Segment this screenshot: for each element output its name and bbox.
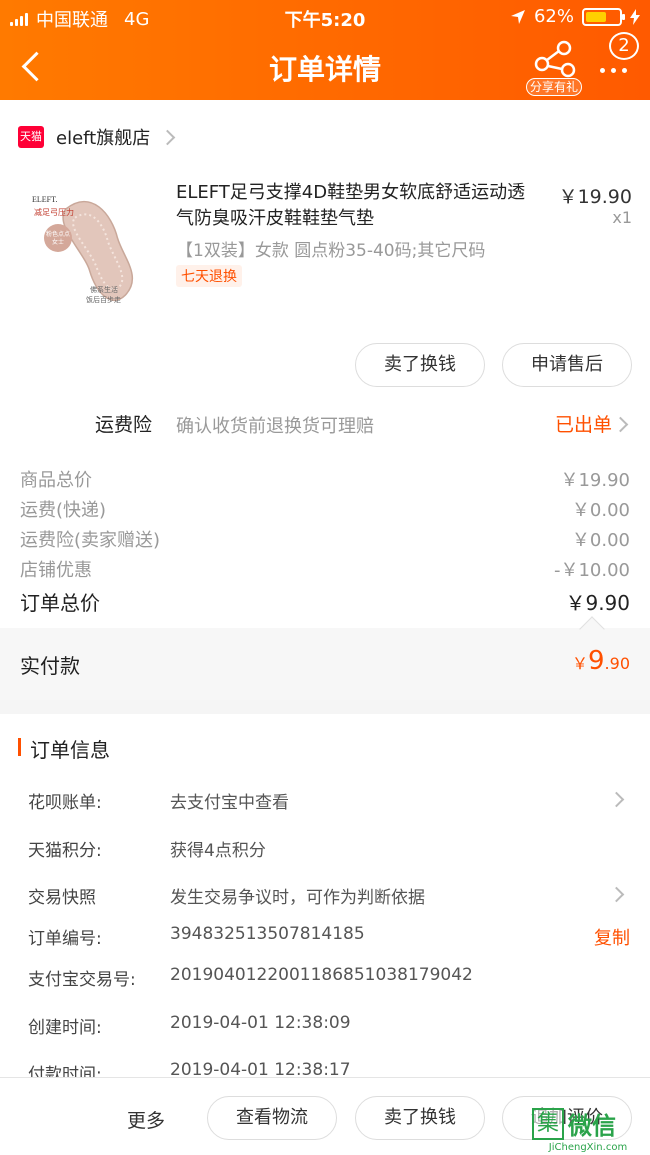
product-image-line2: 粉色点点 xyxy=(46,230,70,238)
chevron-right-icon xyxy=(608,886,625,903)
shop-link[interactable]: 天猫 eleft旗舰店 xyxy=(18,124,176,150)
product-quantity: x1 xyxy=(612,208,632,227)
return-policy-tag: 七天退换 xyxy=(176,265,242,287)
product-image-line5: 饭后百步走 xyxy=(86,295,121,304)
tmall-logo-icon: 天猫 xyxy=(18,126,44,148)
info-key: 订单编号: xyxy=(28,929,102,949)
actual-payment-label: 实付款 xyxy=(20,654,80,678)
info-value: 2019-04-01 12:38:09 xyxy=(170,1013,351,1033)
copy-button[interactable]: 复制 xyxy=(594,924,630,950)
summary-value: ￥19.90 xyxy=(560,470,630,491)
product-image-brand: ELEFT. xyxy=(32,195,57,204)
share-icon xyxy=(534,40,576,78)
battery-percent: 62% xyxy=(533,6,574,27)
message-count-badge: 2 xyxy=(609,32,639,60)
sell-for-cash-button[interactable]: 卖了换钱 xyxy=(355,343,485,387)
info-value: 2019040122001186851038179042 xyxy=(170,965,473,985)
info-value: 发生交易争议时，可作为判断依据 xyxy=(170,888,425,908)
insurance-label: 运费险 xyxy=(95,414,153,436)
summary-row: 运费(快递) ￥0.00 xyxy=(0,496,650,524)
product-sku: 【1双装】女款 圆点粉35-40码;其它尺码 xyxy=(176,241,486,261)
product-title[interactable]: ELEFT足弓支撑4D鞋垫男女软底舒适运动透气防臭吸汗皮鞋鞋垫气垫 xyxy=(176,180,536,232)
product-image-line3: 女士 xyxy=(52,238,64,246)
shipping-insurance-row[interactable]: 运费险 确认收货前退换货可理赔 已出单 xyxy=(0,404,650,444)
share-button[interactable]: 分享有礼 xyxy=(524,38,584,96)
payment-decimal: .90 xyxy=(604,654,630,673)
chevron-right-icon xyxy=(612,416,629,433)
info-key: 交易快照 xyxy=(28,888,96,908)
charging-icon xyxy=(630,8,640,25)
sell-for-cash-bottom-button[interactable]: 卖了换钱 xyxy=(355,1096,485,1140)
info-row-snapshot[interactable]: 交易快照 发生交易争议时，可作为判断依据 xyxy=(0,883,650,913)
info-row-created: 创建时间: 2019-04-01 12:38:09 xyxy=(0,1013,650,1043)
product-image[interactable]: ELEFT. 减足弓压力 粉色点点 女士 佛系生活 饭后百步走 xyxy=(28,182,144,312)
info-row-points: 天猫积分: 获得4点积分 xyxy=(0,836,650,866)
insurance-desc: 确认收货前退换货可理赔 xyxy=(176,416,374,437)
payment-integer: 9 xyxy=(588,646,605,676)
summary-row: 商品总价 ￥19.90 xyxy=(0,466,650,494)
more-button[interactable]: 更多 xyxy=(127,1106,165,1133)
info-value: 394832513507814185 xyxy=(170,924,365,944)
summary-value: -￥10.00 xyxy=(553,560,630,581)
header: 中国联通 4G 下午5:20 62% 订单详情 分享有礼 2 xyxy=(0,0,650,100)
summary-row: 运费险(卖家赠送) ￥0.00 xyxy=(0,526,650,554)
summary-label: 运费(快递) xyxy=(20,500,107,521)
order-total-value: ￥9.90 xyxy=(565,591,630,615)
summary-value: ￥0.00 xyxy=(571,500,630,521)
section-accent-bar xyxy=(18,738,21,756)
order-total-row: 订单总价 ￥9.90 xyxy=(0,587,650,615)
summary-row: 店铺优惠 -￥10.00 xyxy=(0,556,650,584)
product-image-line1: 减足弓压力 xyxy=(34,207,74,217)
info-row-order-number: 订单编号: 394832513507814185 复制 xyxy=(0,924,650,954)
watermark-logo-icon: 集 xyxy=(532,1108,564,1140)
status-bar: 中国联通 4G 下午5:20 62% xyxy=(0,0,650,32)
info-key: 天猫积分: xyxy=(28,841,102,861)
battery-icon xyxy=(582,7,625,26)
after-sale-button[interactable]: 申请售后 xyxy=(502,343,632,387)
product-price: ￥19.90 xyxy=(558,186,632,208)
shop-name: eleft旗舰店 xyxy=(56,128,151,149)
order-total-label: 订单总价 xyxy=(20,591,100,615)
view-logistics-button[interactable]: 查看物流 xyxy=(207,1096,337,1140)
watermark-url: JiChengXin.com xyxy=(548,1142,628,1153)
chevron-right-icon xyxy=(608,791,625,808)
order-info-title: 订单信息 xyxy=(30,738,110,762)
info-key: 花呗账单: xyxy=(28,793,102,813)
nav-bar: 订单详情 分享有礼 xyxy=(0,32,650,100)
location-arrow-icon xyxy=(510,9,525,24)
info-row-huabei[interactable]: 花呗账单: 去支付宝中查看 xyxy=(0,788,650,818)
info-value: 获得4点积分 xyxy=(170,841,266,861)
watermark: 集 微信 JiChengXin.com xyxy=(532,1104,644,1153)
summary-label: 商品总价 xyxy=(20,470,92,491)
actual-payment-value: ￥9.90 xyxy=(572,646,630,676)
watermark-text: 微信 xyxy=(568,1112,616,1140)
chevron-right-icon xyxy=(159,129,176,145)
currency-symbol: ￥ xyxy=(571,654,588,673)
insurance-status: 已出单 xyxy=(554,414,612,436)
actual-payment-row: 实付款 ￥9.90 xyxy=(0,628,650,700)
summary-value: ￥0.00 xyxy=(571,530,630,551)
share-label: 分享有礼 xyxy=(526,78,582,96)
info-row-alipay-number: 支付宝交易号: 2019040122001186851038179042 xyxy=(0,965,650,995)
product-image-line4: 佛系生活 xyxy=(90,285,118,294)
summary-label: 店铺优惠 xyxy=(20,560,92,581)
info-value: 去支付宝中查看 xyxy=(170,793,289,813)
summary-label: 运费险(卖家赠送) xyxy=(20,530,161,551)
info-key: 创建时间: xyxy=(28,1018,102,1038)
info-key: 支付宝交易号: xyxy=(28,970,136,990)
